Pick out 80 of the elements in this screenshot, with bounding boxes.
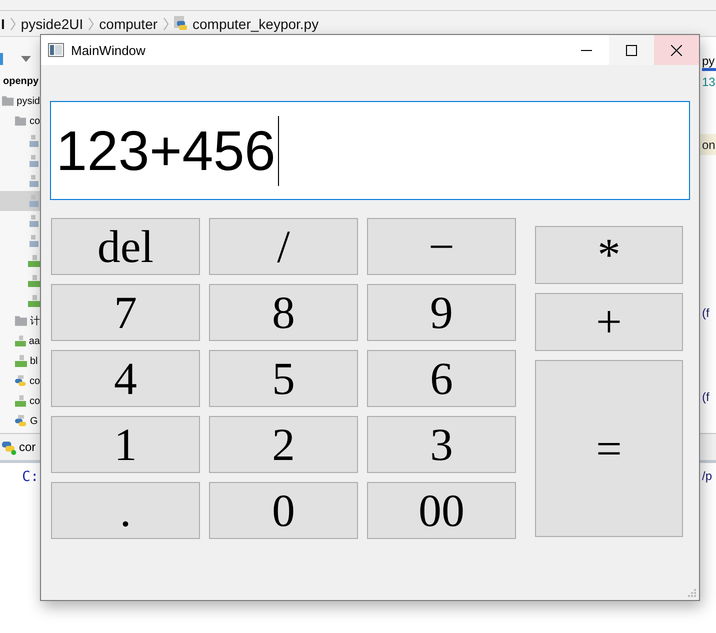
maximize-icon bbox=[626, 44, 637, 56]
key-button[interactable]: 8 bbox=[209, 284, 358, 341]
highlighted-code-line: on bbox=[702, 138, 716, 152]
run-tab[interactable]: cor bbox=[19, 440, 36, 454]
key-button[interactable]: 3 bbox=[367, 416, 516, 473]
file-icon bbox=[28, 175, 40, 187]
key-button[interactable]: / bbox=[209, 218, 358, 275]
tree-label: openpy bbox=[3, 76, 39, 86]
key-button[interactable]: 4 bbox=[51, 350, 200, 407]
console-text: /p bbox=[702, 469, 714, 485]
file-icon bbox=[28, 275, 40, 287]
tree-row[interactable]: co bbox=[0, 391, 40, 411]
key-button[interactable]: 00 bbox=[367, 482, 516, 539]
tree-row[interactable]: co bbox=[0, 111, 40, 131]
key-button[interactable]: 1 bbox=[51, 416, 200, 473]
resize-grip-icon[interactable] bbox=[688, 589, 696, 597]
code-line: 13 bbox=[702, 74, 716, 88]
window-title: MainWindow bbox=[71, 42, 146, 58]
key-button[interactable]: = bbox=[535, 360, 683, 537]
key-button[interactable]: . bbox=[51, 482, 200, 539]
close-button[interactable] bbox=[654, 35, 699, 65]
close-icon bbox=[671, 44, 682, 56]
tree-label: G bbox=[30, 416, 38, 426]
file-icon bbox=[15, 395, 26, 407]
expression-field[interactable]: 123+456 bbox=[50, 101, 690, 200]
file-icon bbox=[15, 335, 26, 347]
script-icon bbox=[174, 16, 188, 32]
key-button[interactable]: 6 bbox=[367, 350, 516, 407]
maximize-button[interactable] bbox=[609, 35, 654, 65]
key-button[interactable]: del bbox=[51, 218, 200, 275]
file-icon bbox=[28, 135, 40, 147]
folder-icon bbox=[15, 116, 26, 126]
tree-row[interactable]: aa bbox=[0, 331, 40, 351]
code-line: (f bbox=[702, 390, 710, 404]
tree-row[interactable]: pysid bbox=[0, 91, 40, 111]
key-button[interactable]: 5 bbox=[209, 350, 358, 407]
script-icon bbox=[15, 415, 27, 427]
tree-row[interactable]: co bbox=[0, 371, 40, 391]
key-button[interactable]: 0 bbox=[209, 482, 358, 539]
chevron-icon bbox=[88, 16, 94, 30]
script-icon bbox=[15, 375, 26, 387]
file-icon bbox=[28, 255, 40, 267]
tree-label: co bbox=[29, 376, 40, 386]
file-icon bbox=[28, 295, 40, 307]
key-button[interactable]: 7 bbox=[51, 284, 200, 341]
tree-label: co bbox=[29, 396, 40, 406]
selected-tree-row[interactable] bbox=[0, 191, 40, 211]
key-button[interactable]: − bbox=[367, 218, 516, 275]
key-button[interactable]: + bbox=[535, 293, 683, 351]
folder-icon bbox=[15, 316, 27, 326]
window-icon bbox=[48, 43, 64, 57]
console-text: C: bbox=[22, 469, 39, 485]
file-icon bbox=[28, 155, 40, 167]
chevron-icon bbox=[162, 16, 169, 30]
script-icon bbox=[2, 440, 17, 454]
tree-row[interactable]: openpy bbox=[0, 71, 40, 91]
tree-row[interactable]: bl bbox=[0, 351, 40, 371]
file-icon bbox=[28, 235, 40, 247]
breadcrumb-item[interactable]: computer bbox=[99, 16, 158, 32]
chevron-icon bbox=[10, 16, 16, 30]
key-button[interactable]: 9 bbox=[367, 284, 516, 341]
panel-marker bbox=[0, 53, 3, 65]
tree-row[interactable]: G bbox=[0, 411, 40, 431]
file-icon bbox=[28, 195, 40, 207]
tree-label: co bbox=[29, 116, 40, 126]
breadcrumb-item[interactable]: I bbox=[1, 16, 5, 32]
tree-label: pysid bbox=[16, 96, 40, 106]
breadcrumb-item[interactable]: computer_keypor.py bbox=[192, 16, 319, 32]
tree-label: 计 bbox=[30, 314, 40, 328]
caret-icon[interactable] bbox=[21, 56, 31, 62]
tree-row[interactable]: 计 bbox=[0, 311, 40, 331]
folder-icon bbox=[2, 96, 14, 106]
key-button[interactable]: * bbox=[535, 226, 683, 284]
tree-label: aa bbox=[28, 336, 40, 346]
code-line: (f bbox=[702, 306, 710, 320]
tree-label: bl bbox=[30, 356, 38, 366]
key-button[interactable]: 2 bbox=[209, 416, 358, 473]
file-icon bbox=[28, 215, 40, 227]
breadcrumb-item[interactable]: pyside2UI bbox=[20, 16, 84, 32]
file-icon bbox=[15, 355, 27, 367]
